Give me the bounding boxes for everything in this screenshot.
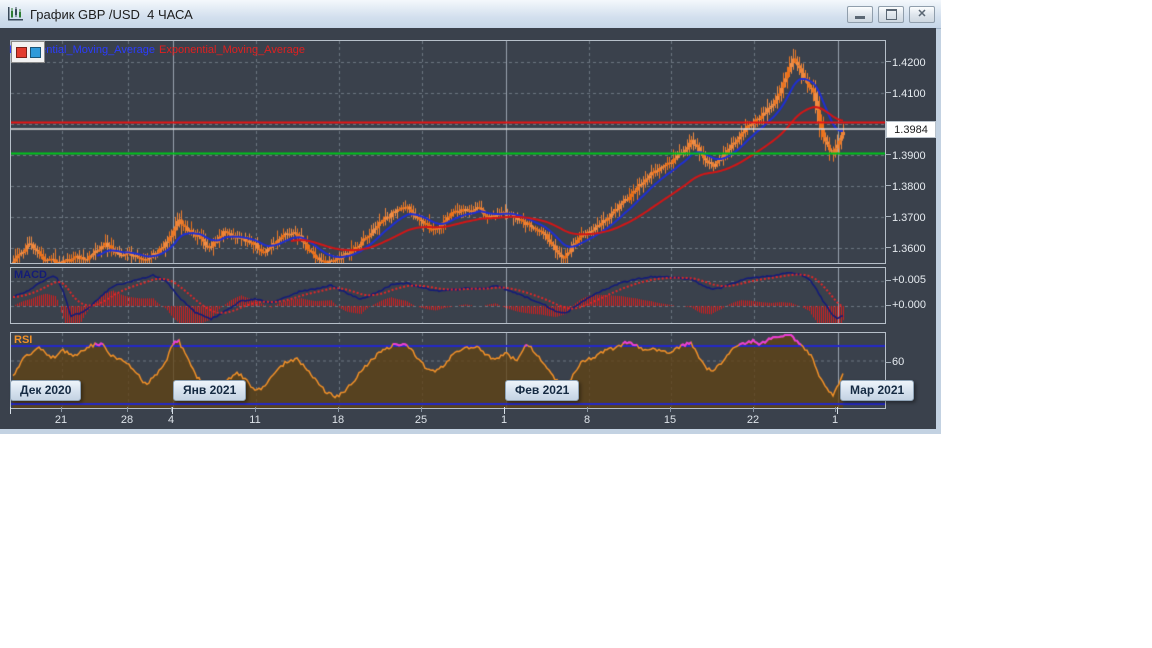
minimize-icon bbox=[855, 16, 865, 19]
minimize-button[interactable] bbox=[847, 6, 873, 23]
time-tick bbox=[753, 407, 754, 412]
time-axis-label: 18 bbox=[331, 414, 345, 426]
maximize-button[interactable] bbox=[878, 6, 904, 23]
price-chart-canvas[interactable] bbox=[11, 41, 885, 263]
title-bar[interactable]: График GBP /USD 4 ЧАСА ✕ bbox=[0, 0, 941, 29]
rsi-axis-label: 60 bbox=[892, 356, 905, 368]
price-axis-label: 1.4200 bbox=[892, 57, 926, 69]
rsi-tick bbox=[885, 362, 891, 363]
month-tag: Янв 2021 bbox=[173, 380, 247, 401]
price-tick bbox=[885, 154, 891, 155]
price-axis-label: 1.3800 bbox=[892, 181, 926, 193]
month-tick bbox=[172, 407, 173, 414]
month-tick bbox=[837, 407, 838, 414]
time-tick bbox=[127, 407, 128, 412]
legend-ema-slow-label: Exponential_Moving_Average bbox=[159, 44, 305, 56]
chart-client-area: Exponential_Moving_Average Exponential_M… bbox=[0, 28, 936, 429]
close-icon: ✕ bbox=[917, 8, 927, 20]
macd-panel: MACD bbox=[10, 267, 886, 324]
time-axis-label: 1 bbox=[831, 414, 839, 426]
time-axis-label: 21 bbox=[54, 414, 68, 426]
app-icon bbox=[8, 7, 23, 21]
macd-label: MACD bbox=[14, 269, 47, 281]
time-tick bbox=[61, 407, 62, 412]
red-swatch-icon bbox=[15, 46, 27, 58]
time-tick bbox=[670, 407, 671, 412]
time-axis-label: 11 bbox=[249, 414, 261, 426]
time-axis-label: 15 bbox=[663, 414, 677, 426]
rsi-label: RSI bbox=[14, 334, 33, 346]
window-title: График GBP /USD 4 ЧАСА bbox=[30, 7, 193, 22]
price-tick bbox=[885, 61, 891, 62]
time-axis-label: 1 bbox=[500, 414, 508, 426]
current-price-label: 1.3984 bbox=[886, 121, 936, 138]
macd-axis-label: +0.000 bbox=[892, 299, 926, 311]
price-axis-label: 1.3600 bbox=[892, 243, 926, 255]
macd-tick bbox=[885, 280, 891, 281]
desktop-background: График GBP /USD 4 ЧАСА ✕ Exponential_Mov… bbox=[0, 0, 1152, 648]
legend-swatches[interactable] bbox=[11, 41, 45, 63]
month-tick bbox=[504, 407, 505, 414]
month-tag: Мар 2021 bbox=[840, 380, 915, 401]
price-panel: Exponential_Moving_Average Exponential_M… bbox=[9, 40, 886, 264]
time-tick bbox=[421, 407, 422, 412]
close-button[interactable]: ✕ bbox=[909, 6, 935, 23]
price-tick bbox=[885, 92, 891, 93]
time-tick bbox=[255, 407, 256, 412]
price-tick bbox=[885, 216, 891, 217]
rsi-canvas[interactable] bbox=[11, 333, 885, 408]
time-axis-label: 4 bbox=[167, 414, 175, 426]
time-tick bbox=[587, 407, 588, 412]
price-tick bbox=[885, 185, 891, 186]
price-axis-label: 1.3700 bbox=[892, 212, 926, 224]
time-axis: 21 28 4 11 18 25 1 8 15 22 1 bbox=[0, 407, 936, 429]
window-controls: ✕ bbox=[847, 6, 935, 23]
blue-swatch-icon bbox=[29, 46, 41, 58]
macd-canvas[interactable] bbox=[11, 268, 885, 323]
rsi-panel: RSI bbox=[10, 332, 886, 409]
time-axis-label: 8 bbox=[583, 414, 591, 426]
time-axis-label: 28 bbox=[120, 414, 134, 426]
time-tick bbox=[835, 407, 836, 412]
price-axis-label: 1.3900 bbox=[892, 150, 926, 162]
macd-tick bbox=[885, 305, 891, 306]
month-tag: Фев 2021 bbox=[505, 380, 580, 401]
time-tick bbox=[338, 407, 339, 412]
month-tick bbox=[10, 407, 11, 414]
price-axis-label: 1.4100 bbox=[892, 88, 926, 100]
time-axis-label: 22 bbox=[746, 414, 760, 426]
chart-window: График GBP /USD 4 ЧАСА ✕ Exponential_Mov… bbox=[0, 0, 941, 434]
month-tag: Дек 2020 bbox=[10, 380, 82, 401]
macd-axis-label: +0.005 bbox=[892, 274, 926, 286]
maximize-icon bbox=[885, 9, 897, 20]
price-tick bbox=[885, 247, 891, 248]
time-axis-label: 25 bbox=[414, 414, 428, 426]
